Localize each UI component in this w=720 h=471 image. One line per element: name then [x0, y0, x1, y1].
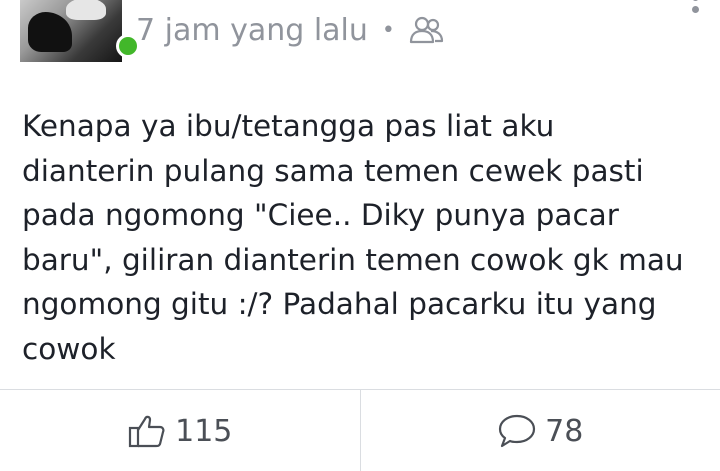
post-meta: 7 jam yang lalu •: [136, 8, 445, 52]
avatar-photo-shape: [66, 0, 106, 20]
post-timestamp[interactable]: 7 jam yang lalu: [136, 13, 368, 48]
friends-icon[interactable]: [409, 15, 445, 45]
post-text-line: dianterin pulang sama temen cewek pasti: [22, 153, 644, 188]
comment-button[interactable]: 78: [359, 390, 720, 471]
profile-avatar-container[interactable]: [20, 0, 140, 62]
thumbs-up-icon: [129, 415, 165, 448]
avatar[interactable]: [20, 0, 122, 62]
more-vertical-icon[interactable]: [690, 0, 700, 24]
post-card: 7 jam yang lalu • Kenapa ya ibu/tetangga…: [0, 0, 720, 471]
post-action-bar: 115 78: [0, 389, 720, 471]
post-text-line: cowok: [22, 331, 116, 366]
comment-bubble-icon: [499, 414, 536, 448]
post-text-line: pada ngomong "Ciee.. Diky punya pacar: [22, 198, 619, 232]
comment-count: 78: [545, 413, 584, 449]
post-text-line: baru", giliran dianterin temen cowok gk …: [22, 242, 684, 277]
avatar-photo-shape: [28, 12, 72, 52]
meta-separator: •: [381, 17, 395, 43]
post-text-line: Kenapa ya ibu/tetangga pas liat aku: [22, 109, 555, 143]
post-text-line: ngomong gitu :/? Padahal pacarku itu yan…: [22, 287, 657, 321]
like-button[interactable]: 115: [0, 390, 360, 471]
post-body: Kenapa ya ibu/tetangga pas liat aku dian…: [22, 104, 702, 371]
like-count: 115: [175, 413, 233, 449]
